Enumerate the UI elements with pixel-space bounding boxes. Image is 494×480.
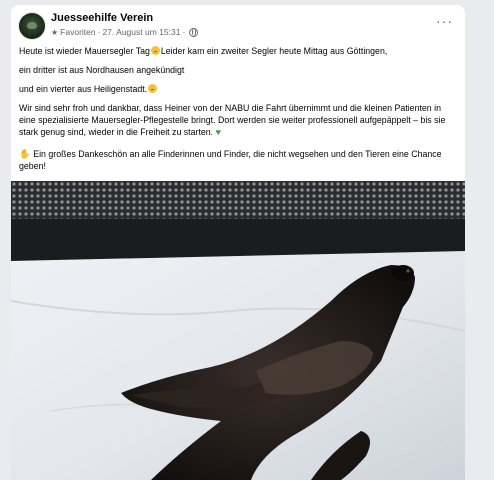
- post-date[interactable]: 27. August um 15:31: [102, 27, 180, 37]
- folded-hands-emoji: ✋: [19, 149, 31, 159]
- star-icon: ★: [51, 27, 59, 37]
- post-paragraph: Heute ist wieder Mauersegler Tag Leider k…: [19, 46, 388, 56]
- post-photo[interactable]: [11, 181, 465, 480]
- post-paragraph: und ein vierter aus Heiligenstadt.: [19, 83, 158, 95]
- meta-separator: ·: [97, 27, 101, 37]
- page-name[interactable]: Juesseehilfe Verein: [51, 12, 153, 24]
- post-paragraph: Wir sind sehr froh und dankbar, dass Hei…: [19, 103, 446, 137]
- sad-face-emoji: [150, 46, 160, 55]
- meta-separator: ·: [182, 27, 186, 37]
- post-meta: ★ Favoriten · 27. August um 15:31 ·: [51, 27, 199, 37]
- post-paragraph: ein dritter ist aus Nordhausen angekündi…: [19, 65, 185, 75]
- avatar[interactable]: [19, 13, 45, 39]
- swift-photo: [11, 181, 465, 480]
- sad-face-emoji: [148, 84, 158, 93]
- post-card: Juesseehilfe Verein ★ Favoriten · 27. Au…: [11, 5, 465, 480]
- mesh-net: [11, 181, 465, 221]
- globe-icon[interactable]: [189, 27, 199, 37]
- post-header: Juesseehilfe Verein ★ Favoriten · 27. Au…: [11, 5, 465, 45]
- more-options-button[interactable]: ···: [436, 14, 453, 28]
- green-heart-emoji: ♥: [215, 127, 221, 137]
- post-paragraph: ✋ Ein großes Dankeschön an alle Finderinn…: [19, 149, 442, 171]
- audience-label[interactable]: Favoriten: [60, 27, 95, 37]
